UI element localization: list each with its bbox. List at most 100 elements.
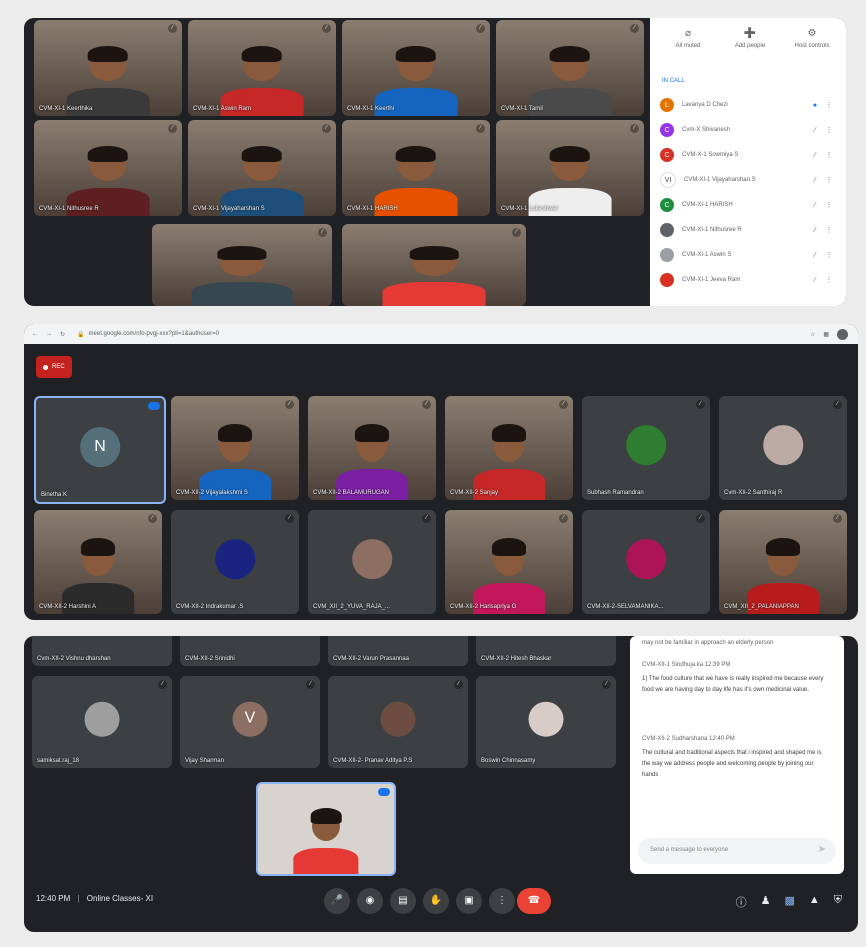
info-icon[interactable]: ⓘ: [736, 894, 747, 910]
mic-button[interactable]: 🎤: [324, 888, 350, 914]
star-icon[interactable]: ☆: [810, 331, 815, 338]
participant-tile[interactable]: ∕ samiksat.raj_18: [32, 676, 172, 768]
mic-muted-icon[interactable]: ∕: [808, 277, 822, 284]
mic-muted-icon[interactable]: ∕: [808, 177, 822, 184]
activities-icon[interactable]: ▲: [809, 894, 820, 910]
chat-input[interactable]: Send a message to everyone ➤: [638, 838, 836, 864]
participant-tile[interactable]: ∕: [152, 224, 332, 306]
people-action-button[interactable]: ⚙ Host controls: [782, 28, 842, 49]
url-bar[interactable]: meet.google.com/nfo-pvgj-xxx?pli=1&authu…: [89, 331, 219, 337]
participant-tile[interactable]: ∕ CVM-XI-1 Lokeshwar: [496, 120, 644, 216]
people-list-item[interactable]: C CVM-X-1 Sowmiya S ∕ ⋮: [660, 144, 836, 166]
avatar: [660, 223, 674, 237]
more-options-icon[interactable]: ⋮: [822, 276, 836, 284]
more-options-icon[interactable]: ⋮: [822, 126, 836, 134]
participant-hair: [765, 538, 801, 556]
participant-tile[interactable]: ∕ CVM-XI-1 Keerthika: [34, 20, 182, 116]
participant-tile[interactable]: ∕ CVM-XI-1 Aswin Ram: [188, 20, 336, 116]
participant-tile[interactable]: ∕ CVM-XI-1 Tamil: [496, 20, 644, 116]
people-list-item[interactable]: C CVM-XI-1 HARISH ∕ ⋮: [660, 194, 836, 216]
participant-hair: [88, 146, 128, 163]
participant-tile[interactable]: V ∕ Vijay Sharman: [180, 676, 320, 768]
mic-muted-icon[interactable]: ∕: [808, 152, 822, 159]
people-list-item[interactable]: CVM-XI-1 Nithusree R ∕ ⋮: [660, 219, 836, 241]
people-list-item[interactable]: C Cvm-X Shivanesh ∕ ⋮: [660, 119, 836, 141]
participant-tile[interactable]: ∕ CVM-XII-2-SELVAMANIKA...: [582, 510, 710, 614]
participant-name: CVM-XII-2 Srinidhi: [185, 656, 235, 662]
mic-muted-icon: ∕: [630, 24, 639, 33]
mic-muted-icon[interactable]: ∕: [808, 127, 822, 134]
participant-tile[interactable]: CVM-XII-2 Srinidhi: [180, 636, 320, 666]
participant-tile[interactable]: CVM-XII-2 Hitesh Bhaskar: [476, 636, 616, 666]
participant-tile[interactable]: ∕ Cvm-XII-2 Santhiraj R: [719, 396, 847, 500]
participant-tile[interactable]: ∕ Subhash Ramandran: [582, 396, 710, 500]
participant-tile[interactable]: Cvm-XII-2 Vishnu dharshan: [32, 636, 172, 666]
raise-hand-button[interactable]: ✋: [423, 888, 449, 914]
participant-tile[interactable]: ∕ CVM-XI-1 Vijayaharshan S: [188, 120, 336, 216]
participant-tile[interactable]: ∕ CVM-XII-2- Pranav Aditya P.S: [328, 676, 468, 768]
send-icon[interactable]: ➤: [818, 844, 826, 855]
participant-tile[interactable]: ∕ Boswin Chinnasamy: [476, 676, 616, 768]
participant-name: CVM-XI-1 HARISH: [347, 206, 398, 212]
participant-tile[interactable]: ∕ CVM-XII-2 Harisapriya G: [445, 510, 573, 614]
participant-tile[interactable]: ∕ CVM_XII_2_YUVA_RAJA_...: [308, 510, 436, 614]
self-view-tile[interactable]: [256, 782, 396, 876]
mic-muted-icon[interactable]: ●: [808, 102, 822, 109]
avatar: [626, 539, 666, 579]
participant-tile[interactable]: ∕ CVM-XI-1 Keerthi: [342, 20, 490, 116]
more-options-icon[interactable]: ⋮: [822, 251, 836, 259]
mic-muted-icon[interactable]: ∕: [808, 252, 822, 259]
participant-tile[interactable]: ∕ CVM-XII-2 Indrakumar .S: [171, 510, 299, 614]
more-options-button[interactable]: ⋮: [489, 888, 515, 914]
people-action-button[interactable]: ⌀ All muted: [658, 28, 718, 49]
host-controls-icon[interactable]: ⛨: [834, 894, 842, 910]
participant-tile[interactable]: CVM-XII-2 Varun Prasannaa: [328, 636, 468, 666]
camera-button[interactable]: ◉: [357, 888, 383, 914]
people-icon[interactable]: ♟: [761, 894, 771, 910]
participant-tile[interactable]: ∕ CVM-XI-1 Nithusree R: [34, 120, 182, 216]
present-button[interactable]: ▣: [456, 888, 482, 914]
record-dot-icon: [43, 364, 48, 370]
participant-tile[interactable]: N Binetha K: [34, 396, 166, 504]
people-action-button[interactable]: ➕ Add people: [720, 28, 780, 49]
participant-hair: [396, 146, 436, 163]
participant-name: CVM_XII_2_YUVA_RAJA_...: [313, 604, 390, 610]
participant-tile[interactable]: ∕ CVM-XII-2 Vijayalakshmi S: [171, 396, 299, 500]
participant-tile[interactable]: ∕ CVM-XII-2 Harshini A: [34, 510, 162, 614]
more-options-icon[interactable]: ⋮: [822, 151, 836, 159]
captions-button[interactable]: ▤: [390, 888, 416, 914]
people-list-item[interactable]: VI CVM-XI-1 Vijayaharshan.S ∕ ⋮: [660, 169, 836, 191]
people-list-item[interactable]: CVM-XI-1 Jeeva Ram ∕ ⋮: [660, 269, 836, 291]
mic-muted-icon[interactable]: ∕: [808, 227, 822, 234]
participant-tile[interactable]: ∕ CVM-XII-2 BALAMURUGAN: [308, 396, 436, 500]
avatar: VI: [660, 172, 676, 188]
more-options-icon[interactable]: ⋮: [822, 176, 836, 184]
forward-icon[interactable]: →: [46, 331, 52, 337]
people-panel: ⌀ All muted ➕ Add people ⚙ Host controls IN C…: [650, 18, 846, 306]
participant-tile[interactable]: ∕ CVM-XII-2 Sanjay: [445, 396, 573, 500]
more-options-icon[interactable]: ⋮: [822, 226, 836, 234]
more-options-icon[interactable]: ⋮: [822, 201, 836, 209]
reload-icon[interactable]: ↻: [60, 331, 65, 338]
participant-tile[interactable]: ∕: [342, 224, 526, 306]
extension-icon[interactable]: ▦: [823, 331, 829, 338]
participant-name: CVM-XI-1 Tamil: [501, 106, 543, 112]
people-action-label: Host controls: [794, 43, 830, 49]
mic-muted-icon[interactable]: ∕: [808, 202, 822, 209]
speaking-indicator: [378, 788, 390, 796]
participant-tile[interactable]: ∕ CVM-XI-1 HARISH: [342, 120, 490, 216]
recording-badge: REC: [36, 356, 72, 378]
avatar: L: [660, 98, 674, 112]
leave-call-button[interactable]: ☎: [517, 888, 551, 914]
avatar: [660, 273, 674, 287]
participant-hair: [491, 424, 527, 442]
more-options-icon[interactable]: ⋮: [822, 101, 836, 109]
avatar: [215, 539, 255, 579]
chat-icon[interactable]: ▩: [784, 894, 794, 910]
people-list-item[interactable]: CVM-XI-1 Aswin S ∕ ⋮: [660, 244, 836, 266]
profile-avatar[interactable]: [837, 328, 848, 340]
participant-tile[interactable]: ∕ CVM_XII_2_PALANIAPPAN: [719, 510, 847, 614]
back-icon[interactable]: ←: [32, 331, 38, 337]
meeting-grid-bottom: Cvm-XII-2 Vishnu dharshan CVM-XII-2 Srini…: [24, 636, 858, 932]
people-list-item[interactable]: L Lavanya D Chezi ● ⋮: [660, 94, 836, 116]
